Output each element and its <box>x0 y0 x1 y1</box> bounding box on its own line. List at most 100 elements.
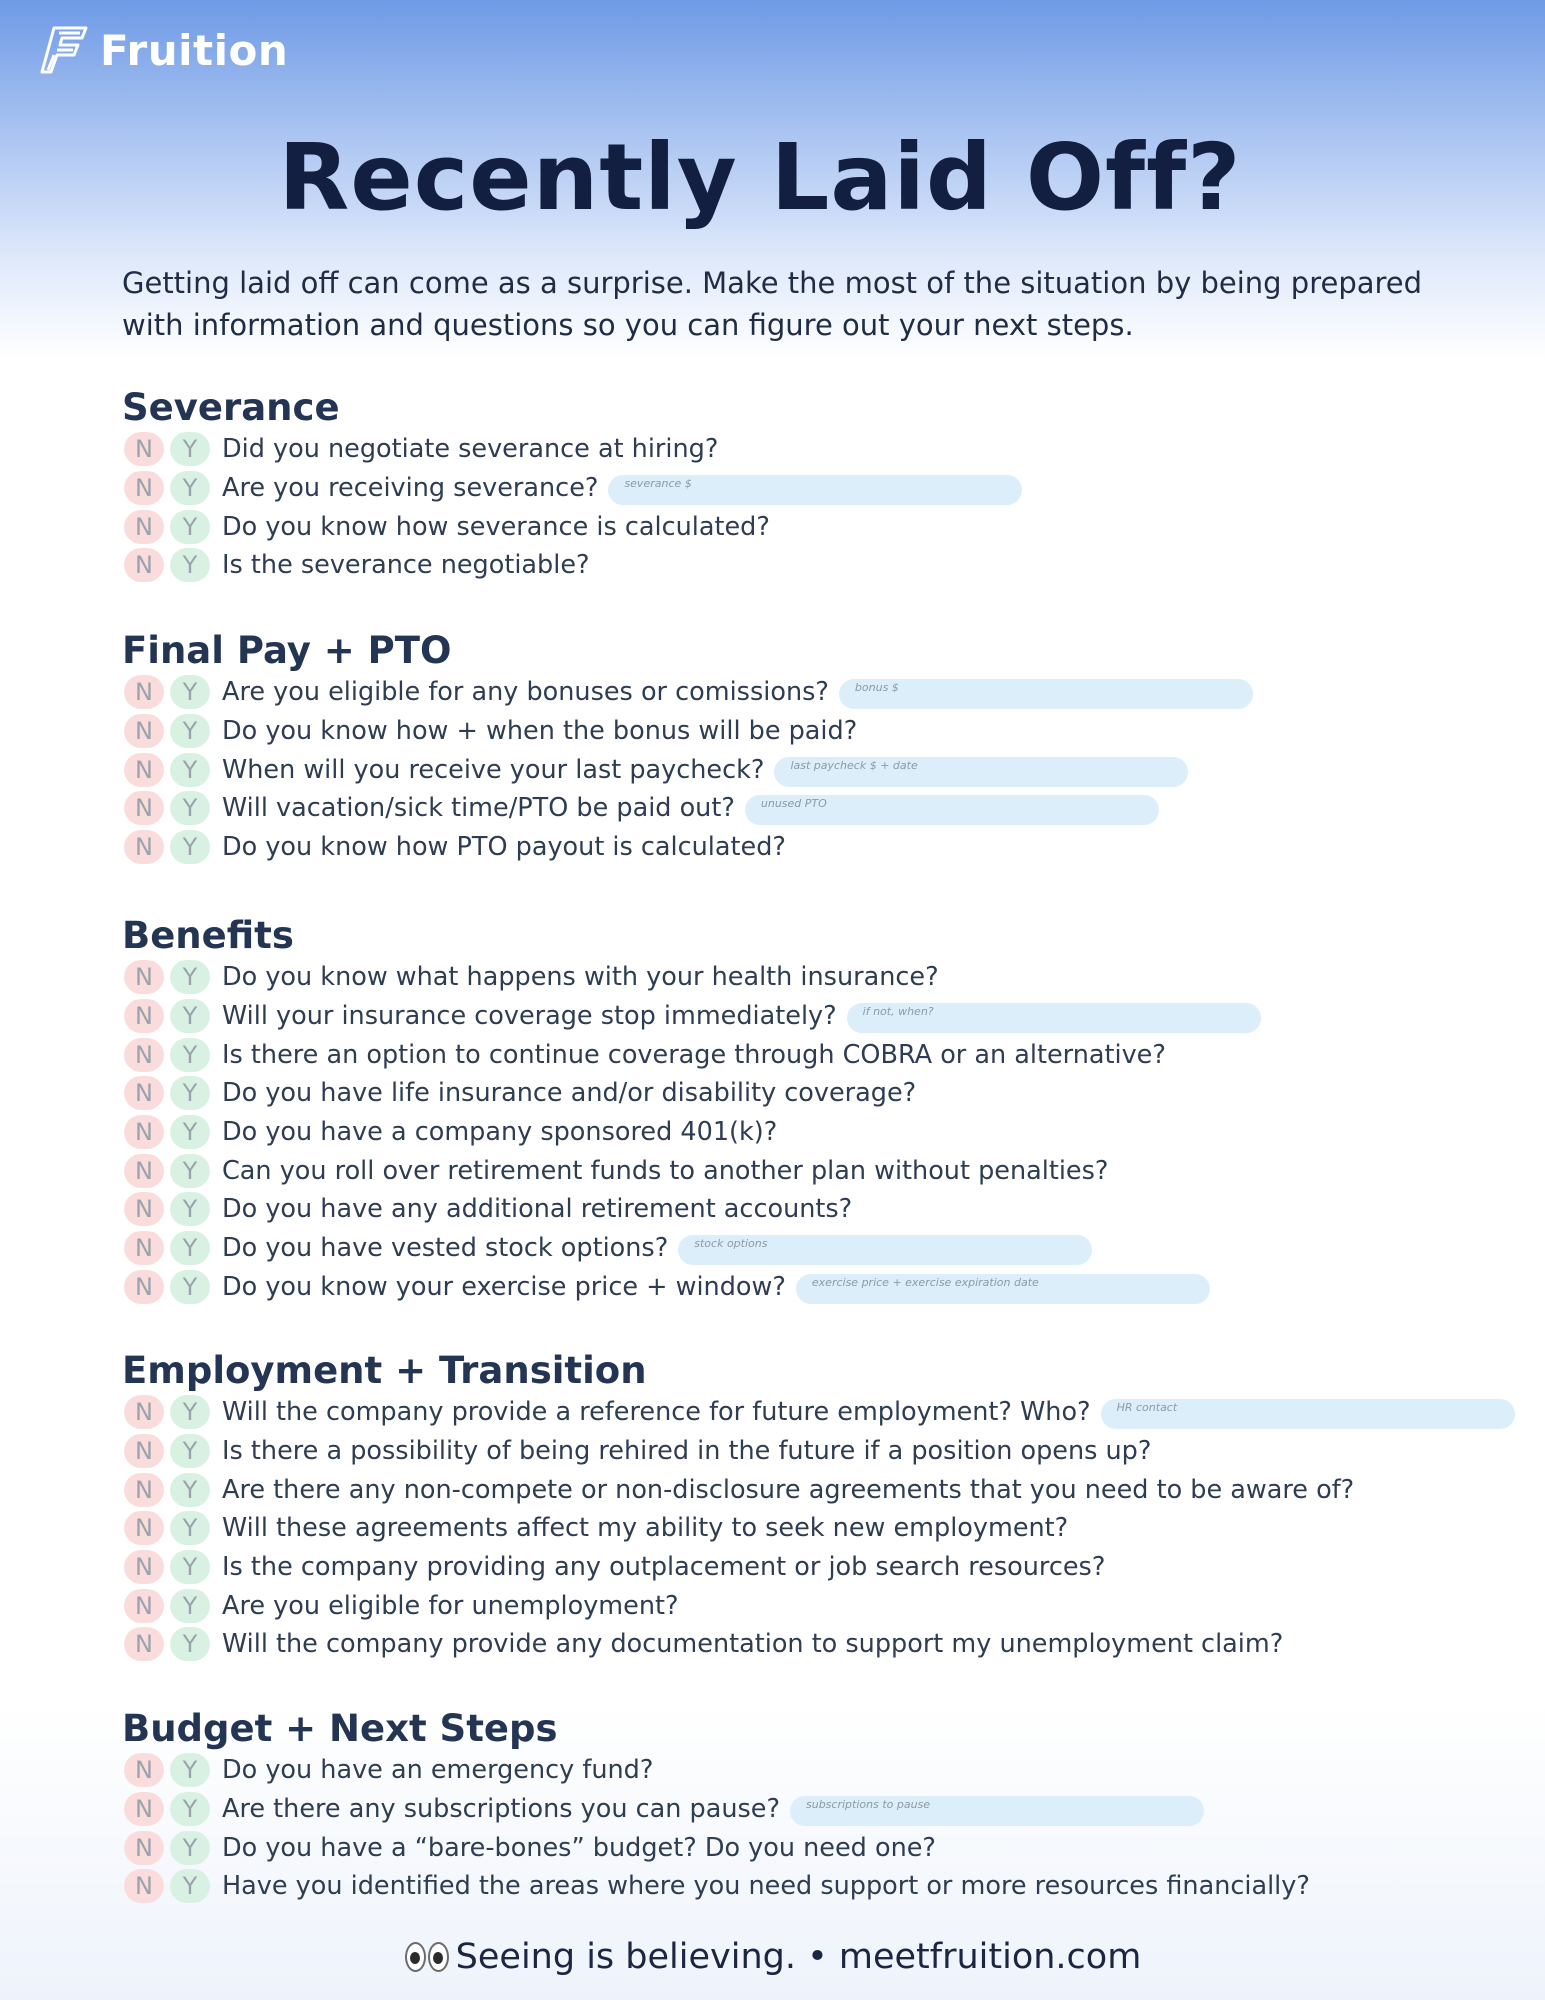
no-chip[interactable]: N <box>124 1869 164 1904</box>
answer-field[interactable]: stock options <box>678 1235 1093 1266</box>
yes-chip[interactable]: Y <box>170 675 210 710</box>
yes-chip[interactable]: Y <box>170 960 210 995</box>
answer-field[interactable]: subscriptions to pause <box>790 1796 1204 1827</box>
question-text: Do you have an emergency fund? <box>222 1755 654 1786</box>
answer-field[interactable]: severance $ <box>608 475 1023 506</box>
yes-chip[interactable]: Y <box>170 1472 210 1507</box>
no-chip[interactable]: N <box>124 752 164 787</box>
yes-chip[interactable]: Y <box>170 791 210 826</box>
yes-chip[interactable]: Y <box>170 999 210 1034</box>
yes-chip[interactable]: Y <box>170 1550 210 1585</box>
no-chip[interactable]: N <box>124 1792 164 1827</box>
no-chip[interactable]: N <box>124 1830 164 1865</box>
no-chip[interactable]: N <box>124 1434 164 1469</box>
no-chip[interactable]: N <box>124 1076 164 1111</box>
question-text: Is the company providing any outplacemen… <box>222 1552 1106 1583</box>
yes-chip[interactable]: Y <box>170 1153 210 1188</box>
checklist-section: Severance N Y Did you negotiate severance a… <box>122 386 1023 585</box>
checklist-item: N Y Are there any subscriptions you can pa… <box>122 1790 1310 1829</box>
yes-chip[interactable]: Y <box>170 471 210 506</box>
yes-chip[interactable]: Y <box>170 1792 210 1827</box>
yes-chip[interactable]: Y <box>170 1588 210 1623</box>
no-chip[interactable]: N <box>124 1511 164 1546</box>
no-chip[interactable]: N <box>124 675 164 710</box>
no-chip[interactable]: N <box>124 714 164 749</box>
eyes-emoji-icon <box>404 1937 450 1977</box>
brand-logo: Fruition <box>40 24 288 76</box>
no-chip[interactable]: N <box>124 1550 164 1585</box>
question-text: Do you have life insurance and/or disabi… <box>222 1078 917 1109</box>
yes-chip[interactable]: Y <box>170 1192 210 1227</box>
yes-chip[interactable]: Y <box>170 1753 210 1788</box>
answer-field[interactable]: exercise price + exercise expiration dat… <box>795 1273 1210 1304</box>
checklist-item: N Y Do you know how PTO payout is calculat… <box>122 828 1253 867</box>
no-chip[interactable]: N <box>124 999 164 1034</box>
yes-chip[interactable]: Y <box>170 1076 210 1111</box>
answer-field[interactable]: HR contact <box>1100 1399 1515 1430</box>
checklist-item: N Y Do you know how + when the bonus will … <box>122 712 1253 751</box>
no-chip[interactable]: N <box>124 1153 164 1188</box>
checklist-item: N Y Do you know your exercise price + wind… <box>122 1268 1261 1307</box>
section-heading: Benefits <box>122 914 294 957</box>
no-chip[interactable]: N <box>124 471 164 506</box>
question-text: Do you know your exercise price + window… <box>222 1271 786 1302</box>
answer-field[interactable]: bonus $ <box>838 679 1253 710</box>
question-text: Will the company provide a reference for… <box>222 1397 1091 1428</box>
question-text: Will your insurance coverage stop immedi… <box>222 1001 837 1032</box>
yes-chip[interactable]: Y <box>170 509 210 544</box>
no-chip[interactable]: N <box>124 960 164 995</box>
question-text: Will the company provide any documentati… <box>222 1629 1284 1660</box>
no-chip[interactable]: N <box>124 548 164 583</box>
no-chip[interactable]: N <box>124 1588 164 1623</box>
answer-field-label: bonus $ <box>854 681 899 695</box>
answer-field[interactable]: unused PTO <box>744 795 1159 826</box>
no-chip[interactable]: N <box>124 830 164 865</box>
no-chip[interactable]: N <box>124 1269 164 1304</box>
question-text: Have you identified the areas where you … <box>222 1871 1310 1902</box>
question-text: Are you receiving severance? <box>222 473 599 504</box>
yes-chip[interactable]: Y <box>170 1434 210 1469</box>
no-chip[interactable]: N <box>124 791 164 826</box>
checklist-item: N Y Are you receiving severance? severance … <box>122 469 1023 508</box>
question-text: Did you negotiate severance at hiring? <box>222 434 719 465</box>
checklist-item: N Y Will vacation/sick time/PTO be paid ou… <box>122 789 1253 828</box>
question-text: Can you roll over retirement funds to an… <box>222 1155 1109 1186</box>
yes-chip[interactable]: Y <box>170 1395 210 1430</box>
checklist-item: N Y Did you negotiate severance at hiring? <box>122 430 1022 469</box>
no-chip[interactable]: N <box>124 1753 164 1788</box>
no-chip[interactable]: N <box>124 1192 164 1227</box>
no-chip[interactable]: N <box>124 1037 164 1072</box>
section-heading: Budget + Next Steps <box>122 1707 558 1750</box>
fruition-f-logo-icon <box>40 26 88 74</box>
yes-chip[interactable]: Y <box>170 1830 210 1865</box>
checklist-item: N Y When will you receive your last payche… <box>122 750 1253 789</box>
no-chip[interactable]: N <box>124 432 164 467</box>
answer-field-label: subscriptions to pause <box>806 1798 931 1812</box>
checklist-section: Budget + Next Steps N Y Do you have an emer… <box>122 1707 1310 1906</box>
yes-chip[interactable]: Y <box>170 830 210 865</box>
no-chip[interactable]: N <box>124 1472 164 1507</box>
no-chip[interactable]: N <box>124 1627 164 1662</box>
question-text: Are you eligible for any bonuses or comi… <box>222 677 829 708</box>
yes-chip[interactable]: Y <box>170 1231 210 1266</box>
yes-chip[interactable]: Y <box>170 548 210 583</box>
yes-chip[interactable]: Y <box>170 1627 210 1662</box>
question-text: Do you know what happens with your healt… <box>222 962 939 993</box>
yes-chip[interactable]: Y <box>170 1269 210 1304</box>
no-chip[interactable]: N <box>124 1231 164 1266</box>
question-text: Do you have a “bare-bones” budget? Do yo… <box>222 1832 936 1863</box>
yes-chip[interactable]: Y <box>170 1037 210 1072</box>
yes-chip[interactable]: Y <box>170 752 210 787</box>
yes-chip[interactable]: Y <box>170 1115 210 1150</box>
no-chip[interactable]: N <box>124 509 164 544</box>
question-text: Is there a possibility of being rehired … <box>222 1436 1152 1467</box>
answer-field[interactable]: if not, when? <box>846 1003 1261 1034</box>
answer-field-label: last paycheck $ + date <box>790 758 918 772</box>
yes-chip[interactable]: Y <box>170 1511 210 1546</box>
yes-chip[interactable]: Y <box>170 432 210 467</box>
yes-chip[interactable]: Y <box>170 714 210 749</box>
no-chip[interactable]: N <box>124 1395 164 1430</box>
yes-chip[interactable]: Y <box>170 1869 210 1904</box>
no-chip[interactable]: N <box>124 1115 164 1150</box>
answer-field[interactable]: last paycheck $ + date <box>774 756 1189 787</box>
